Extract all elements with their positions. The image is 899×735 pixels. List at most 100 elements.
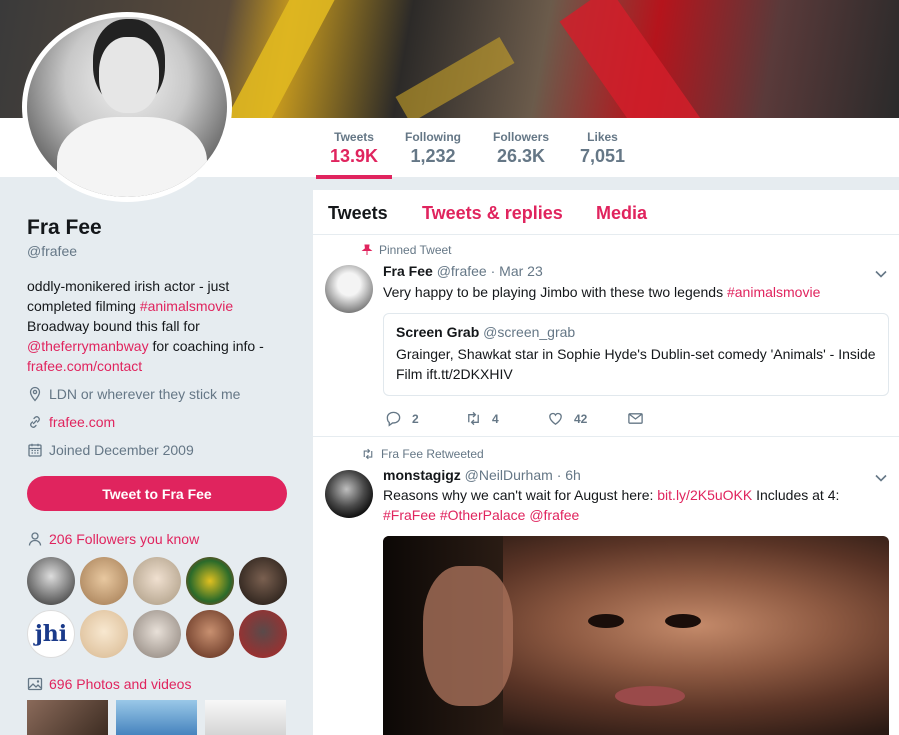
profile-handle: @frafee bbox=[27, 243, 78, 259]
follower-avatar-grid: jhi bbox=[27, 557, 289, 658]
joined-text: Joined December 2009 bbox=[49, 442, 194, 458]
retweet-label: Fra Fee Retweeted bbox=[381, 447, 484, 461]
follower-avatar[interactable] bbox=[186, 557, 234, 605]
photo-thumbnails bbox=[27, 700, 286, 735]
tweet-mention[interactable]: @frafee bbox=[529, 507, 579, 523]
photos-videos-label: 696 Photos and videos bbox=[49, 676, 192, 692]
stat-value: 13.9K bbox=[330, 146, 379, 166]
tweet-author-handle: @frafee bbox=[436, 263, 487, 279]
quoted-tweet-card[interactable]: Screen Grab @screen_grab Grainger, Shawk… bbox=[383, 313, 889, 396]
tweet-author-handle: @NeilDurham bbox=[464, 467, 553, 483]
tab-tweets[interactable]: Tweets bbox=[328, 203, 388, 224]
tweet-actions: 2 4 42 bbox=[385, 410, 644, 427]
profile-name[interactable]: Fra Fee bbox=[27, 216, 102, 240]
photo-thumbnail[interactable] bbox=[27, 700, 108, 735]
tweet-header: Fra Fee @frafee · Mar 23 bbox=[383, 263, 543, 279]
retweet-count: 4 bbox=[492, 411, 499, 426]
stat-followers[interactable]: Followers 26.3K bbox=[493, 130, 549, 167]
retweet-icon bbox=[468, 411, 479, 426]
photo-thumbnail[interactable] bbox=[205, 700, 286, 735]
photos-videos-link[interactable]: 696 Photos and videos bbox=[27, 676, 191, 692]
profile-website: frafee.com bbox=[27, 414, 115, 430]
tweet-avatar[interactable] bbox=[325, 470, 373, 518]
location-text: LDN or wherever they stick me bbox=[49, 386, 241, 402]
tweet-time[interactable]: · Mar 23 bbox=[491, 263, 543, 279]
follower-avatar[interactable] bbox=[239, 610, 287, 658]
stat-label: Followers bbox=[493, 130, 550, 144]
follower-avatar[interactable] bbox=[239, 557, 287, 605]
stat-label: Following bbox=[405, 130, 461, 144]
stat-value: 7,051 bbox=[580, 146, 626, 166]
reply-count: 2 bbox=[412, 411, 419, 426]
tweet-time[interactable]: · 6h bbox=[557, 467, 581, 483]
tweet-to-button[interactable]: Tweet to Fra Fee bbox=[27, 476, 287, 511]
retweet-icon bbox=[363, 448, 373, 460]
bio-mention[interactable]: @theferrymanbway bbox=[27, 338, 149, 354]
tweet-media-image[interactable] bbox=[383, 536, 889, 735]
bio-link[interactable]: frafee.com/contact bbox=[27, 358, 142, 374]
link-icon bbox=[30, 416, 40, 428]
tweet-text: Very happy to be playing Jimbo with thes… bbox=[383, 282, 873, 302]
tweet-avatar[interactable] bbox=[325, 265, 373, 313]
follower-avatar[interactable] bbox=[80, 557, 128, 605]
envelope-icon bbox=[628, 413, 643, 424]
tab-media[interactable]: Media bbox=[596, 203, 647, 224]
tweet-header: monstagigz @NeilDurham · 6h bbox=[383, 467, 581, 483]
profile-joined: Joined December 2009 bbox=[27, 442, 194, 458]
location-pin-icon bbox=[29, 386, 41, 402]
tweet-hashtag[interactable]: #FraFee bbox=[383, 507, 436, 523]
quoted-author-name: Screen Grab bbox=[396, 324, 480, 340]
tweet-hashtag[interactable]: #animalsmovie bbox=[727, 284, 820, 300]
chevron-down-icon[interactable] bbox=[874, 471, 888, 485]
pinned-context: Pinned Tweet bbox=[361, 243, 452, 257]
stat-following[interactable]: Following 1,232 bbox=[405, 130, 461, 167]
quoted-author-handle: @screen_grab bbox=[483, 324, 576, 340]
profile-avatar[interactable] bbox=[22, 12, 232, 202]
stat-label: Likes bbox=[587, 130, 618, 144]
follower-avatar[interactable] bbox=[133, 557, 181, 605]
pin-icon bbox=[361, 244, 373, 255]
reply-button[interactable]: 2 bbox=[385, 410, 465, 427]
tweet-hashtag[interactable]: #OtherPalace bbox=[440, 507, 526, 523]
pinned-label: Pinned Tweet bbox=[379, 243, 452, 257]
followers-you-know[interactable]: 206 Followers you know bbox=[27, 531, 199, 547]
stat-value: 26.3K bbox=[496, 146, 546, 166]
profile-location: LDN or wherever they stick me bbox=[27, 386, 240, 402]
tweet-text-body: Very happy to be playing Jimbo with thes… bbox=[383, 284, 727, 300]
tab-tweets-replies[interactable]: Tweets & replies bbox=[422, 203, 563, 224]
stat-likes[interactable]: Likes 7,051 bbox=[580, 130, 625, 167]
bio-hashtag[interactable]: #animalsmovie bbox=[140, 298, 233, 314]
calendar-icon bbox=[28, 443, 42, 457]
like-count: 42 bbox=[574, 411, 588, 426]
heart-icon bbox=[549, 412, 562, 425]
tweet-text: Reasons why we can't wait for August her… bbox=[383, 485, 873, 525]
tweet-author-name[interactable]: Fra Fee bbox=[383, 263, 433, 279]
profile-bio: oddly-monikered irish actor - just compl… bbox=[27, 276, 287, 376]
photo-icon bbox=[27, 677, 43, 691]
quoted-tweet-text: Grainger, Shawkat star in Sophie Hyde's … bbox=[396, 346, 876, 382]
stat-value: 1,232 bbox=[410, 146, 456, 166]
follower-avatar[interactable] bbox=[186, 610, 234, 658]
photo-thumbnail[interactable] bbox=[116, 700, 197, 735]
direct-message-button[interactable] bbox=[627, 410, 644, 427]
person-icon bbox=[28, 532, 42, 546]
like-button[interactable]: 42 bbox=[547, 410, 627, 427]
tweet-author-name[interactable]: monstagigz bbox=[383, 467, 461, 483]
stat-label: Tweets bbox=[334, 130, 374, 144]
website-link[interactable]: frafee.com bbox=[49, 414, 115, 430]
follower-avatar[interactable] bbox=[80, 610, 128, 658]
tweet-text-body: Includes at 4: bbox=[752, 487, 840, 503]
chevron-down-icon[interactable] bbox=[874, 267, 888, 281]
retweet-button[interactable]: 4 bbox=[465, 410, 547, 427]
retweet-context: Fra Fee Retweeted bbox=[361, 447, 484, 461]
follower-avatar[interactable] bbox=[133, 610, 181, 658]
timeline-tabs: Tweets Tweets & replies Media bbox=[313, 190, 899, 235]
stat-tweets[interactable]: Tweets 13.9K bbox=[315, 130, 393, 179]
reply-icon bbox=[386, 411, 401, 427]
tweet-text-body: Reasons why we can't wait for August her… bbox=[383, 487, 658, 503]
follower-avatar[interactable] bbox=[27, 557, 75, 605]
bio-text: Broadway bound this fall for bbox=[27, 318, 200, 334]
follower-avatar[interactable]: jhi bbox=[27, 610, 75, 658]
tweet-link[interactable]: bit.ly/2K5uOKK bbox=[657, 487, 752, 503]
tweet-divider bbox=[313, 436, 899, 437]
